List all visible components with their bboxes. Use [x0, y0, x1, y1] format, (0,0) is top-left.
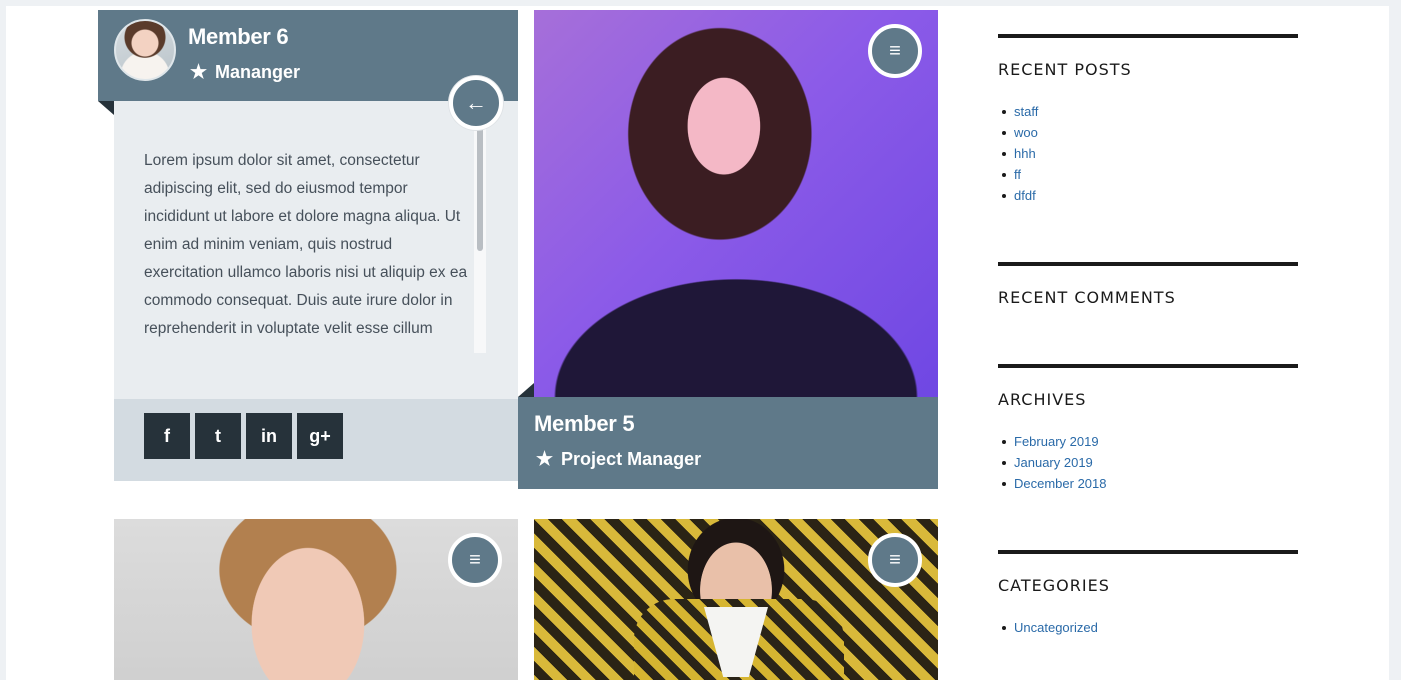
post-link[interactable]: ff: [998, 164, 1298, 185]
member-avatar: [114, 19, 176, 81]
facebook-button[interactable]: f: [144, 413, 190, 459]
menu-button[interactable]: ≡: [868, 24, 922, 78]
team-member-card-5[interactable]: ≡ Member 5 ★ Project Manager: [518, 10, 938, 490]
post-link[interactable]: dfdf: [998, 185, 1298, 206]
widget-title: RECENT COMMENTS: [998, 288, 1176, 307]
menu-icon: ≡: [469, 548, 481, 571]
widget-archives: ARCHIVES February 2019 January 2019 Dece…: [998, 364, 1298, 494]
widget-recent-posts: RECENT POSTS staff woo hhh ff dfdf: [998, 34, 1298, 206]
widget-title: ARCHIVES: [998, 390, 1087, 409]
widget-divider: [998, 364, 1298, 368]
recent-posts-list: staff woo hhh ff dfdf: [998, 101, 1298, 206]
post-link[interactable]: hhh: [998, 143, 1298, 164]
arrow-left-icon: ←: [465, 90, 487, 115]
back-arrow-button[interactable]: ←: [449, 76, 503, 130]
menu-icon: ≡: [889, 39, 901, 62]
category-link[interactable]: Uncategorized: [998, 617, 1298, 638]
archive-link[interactable]: December 2018: [998, 473, 1298, 494]
widget-divider: [998, 262, 1298, 266]
description-scrollbar[interactable]: [474, 127, 486, 353]
google-plus-button[interactable]: g+: [297, 413, 343, 459]
linkedin-button[interactable]: in: [246, 413, 292, 459]
team-member-card-6: Member 6 ★ Mananger Lorem ipsum dolor si…: [98, 10, 518, 485]
member-role: ★ Project Manager: [536, 449, 701, 470]
member-card-footer: Member 5 ★ Project Manager: [518, 397, 938, 489]
twitter-button[interactable]: t: [195, 413, 241, 459]
widget-divider: [998, 550, 1298, 554]
post-link[interactable]: woo: [998, 122, 1298, 143]
archives-list: February 2019 January 2019 December 2018: [998, 431, 1298, 494]
scrollbar-thumb[interactable]: [477, 127, 483, 251]
facebook-icon: f: [164, 425, 170, 446]
post-link[interactable]: staff: [998, 101, 1298, 122]
member-name: Member 5: [534, 411, 635, 436]
star-icon: ★: [190, 62, 208, 83]
widget-divider: [998, 34, 1298, 38]
widget-categories: CATEGORIES Uncategorized: [998, 550, 1298, 638]
widget-title: CATEGORIES: [998, 576, 1110, 595]
archive-link[interactable]: February 2019: [998, 431, 1298, 452]
member-role-label: Mananger: [215, 62, 301, 82]
menu-button[interactable]: ≡: [868, 533, 922, 587]
menu-button[interactable]: ≡: [448, 533, 502, 587]
social-links: f t in g+: [114, 399, 518, 481]
member-role-label: Project Manager: [561, 449, 702, 469]
member-role: ★ Mananger: [190, 62, 300, 83]
google-plus-icon: g+: [309, 425, 331, 446]
widget-recent-comments: RECENT COMMENTS: [998, 262, 1298, 307]
page: Member 6 ★ Mananger Lorem ipsum dolor si…: [6, 6, 1389, 680]
member-description: Lorem ipsum dolor sit amet, consectetur …: [144, 152, 468, 337]
team-member-card-4[interactable]: ≡: [534, 519, 938, 680]
archive-link[interactable]: January 2019: [998, 452, 1298, 473]
categories-list: Uncategorized: [998, 617, 1298, 638]
team-member-card-3[interactable]: ≡: [114, 519, 518, 680]
ribbon-fold: [518, 383, 534, 397]
ribbon-fold: [98, 101, 114, 115]
twitter-icon: t: [215, 425, 221, 446]
widget-title: RECENT POSTS: [998, 60, 1132, 79]
menu-icon: ≡: [889, 548, 901, 571]
linkedin-icon: in: [261, 425, 277, 446]
star-icon: ★: [536, 449, 554, 470]
member-description-panel: Lorem ipsum dolor sit amet, consectetur …: [114, 101, 518, 399]
member-name: Member 6: [188, 24, 289, 49]
